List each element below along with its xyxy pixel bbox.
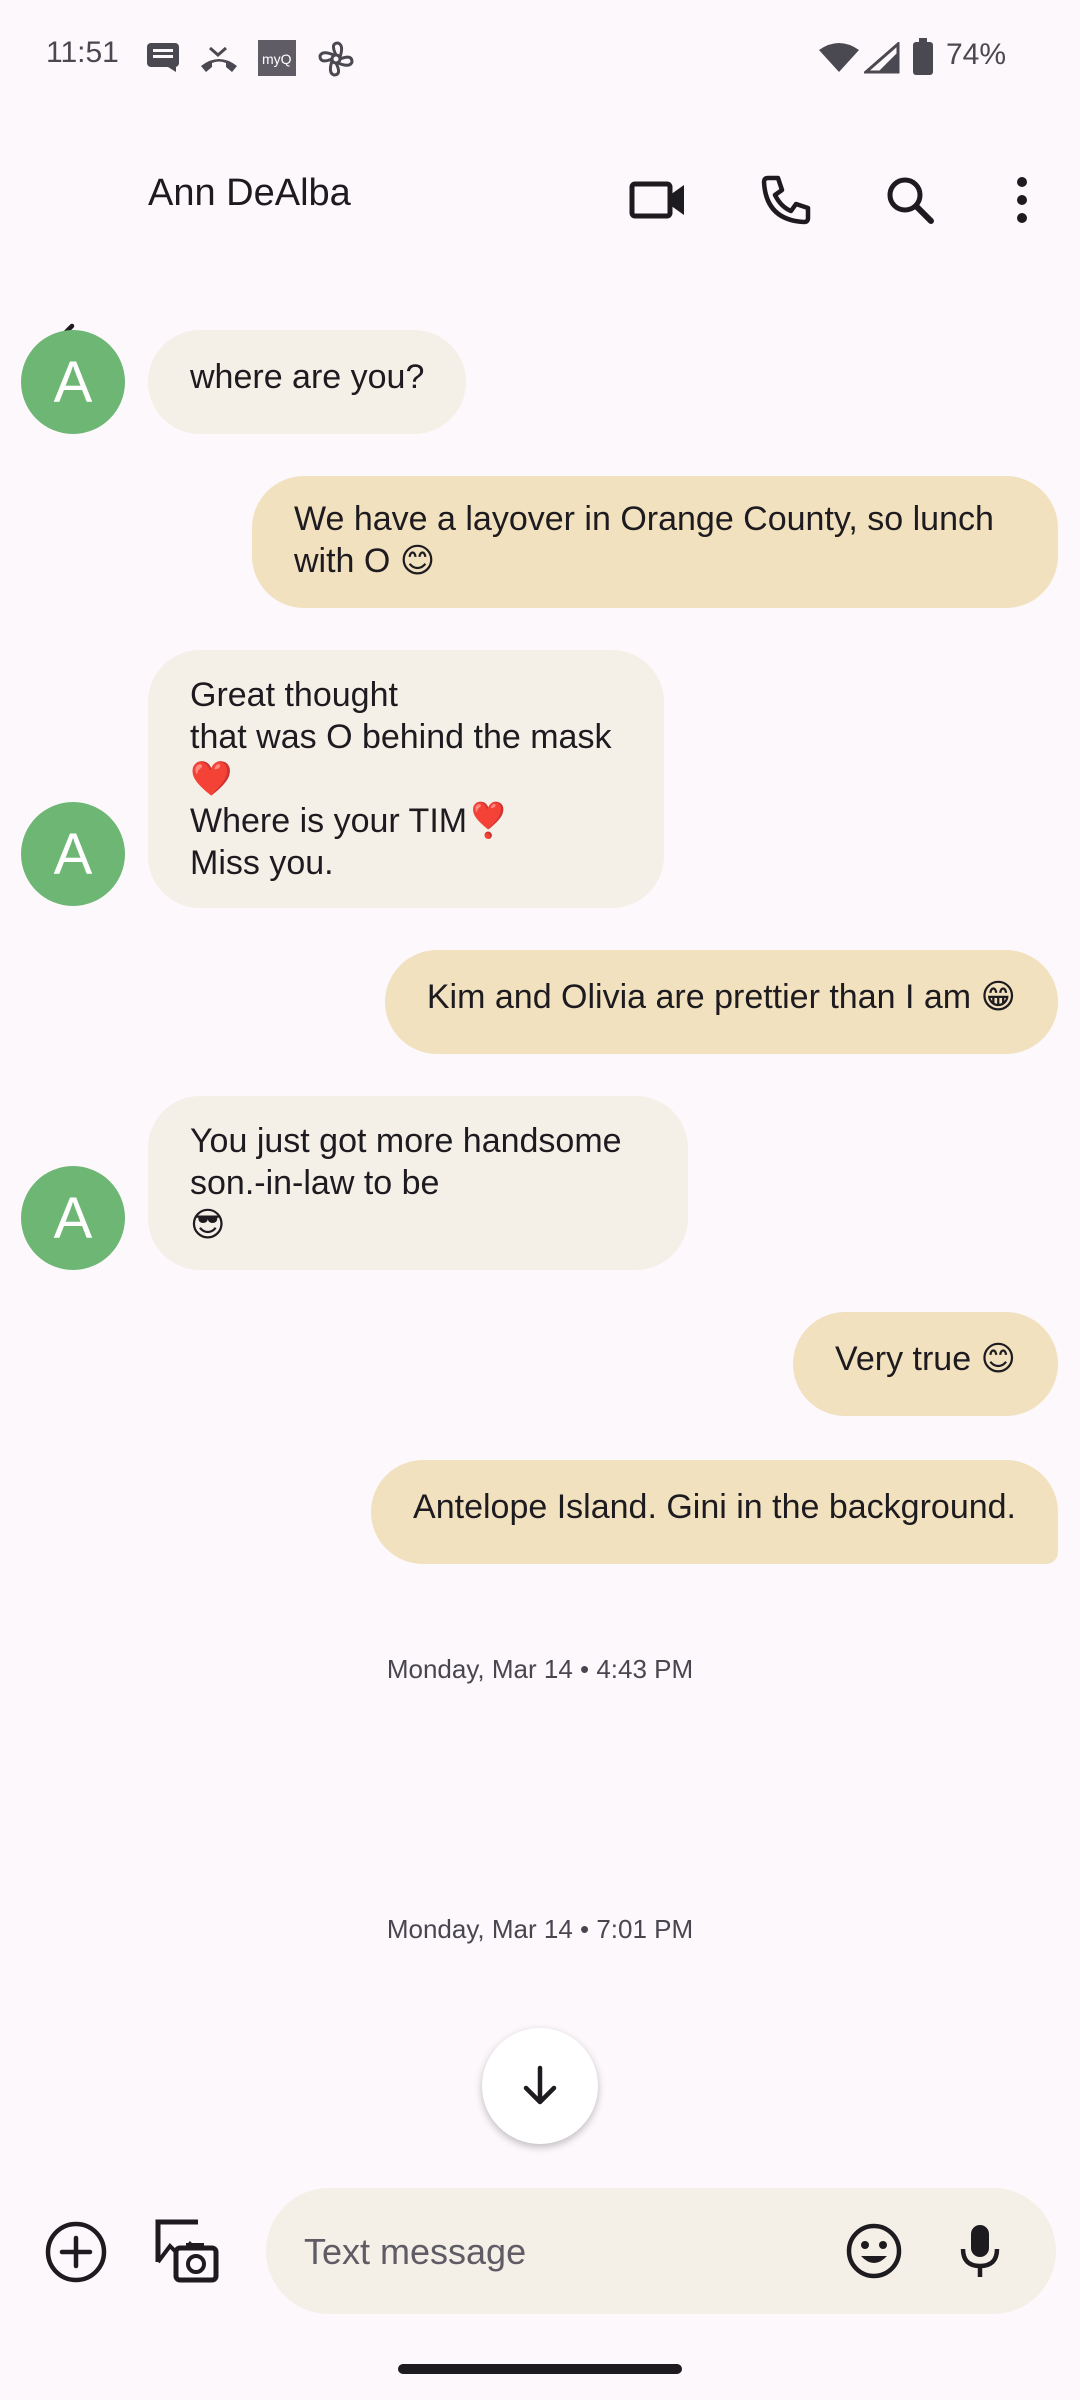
video-camera-icon xyxy=(629,181,684,219)
home-indicator[interactable] xyxy=(398,2364,682,2374)
add-attachment-button[interactable] xyxy=(36,2212,116,2292)
emoji-button[interactable] xyxy=(834,2211,914,2291)
avatar-letter: A xyxy=(53,821,93,887)
more-vert-icon xyxy=(1017,177,1027,223)
outgoing-message[interactable]: Antelope Island. Gini in the background. xyxy=(371,1460,1058,1564)
incoming-message[interactable]: Great thought that was O behind the mask… xyxy=(148,650,664,908)
phone-icon xyxy=(761,175,811,225)
add-circle-icon xyxy=(45,2221,107,2283)
myq-text: myQ xyxy=(262,51,292,67)
arrow-down-icon xyxy=(523,2065,557,2105)
incoming-message[interactable]: You just got more handsome son.-in-law t… xyxy=(148,1096,688,1270)
voice-input-button[interactable] xyxy=(940,2211,1020,2291)
timestamp: Monday, Mar 14 • 4:43 PM xyxy=(386,1654,694,1684)
gallery-camera-button[interactable] xyxy=(146,2210,226,2290)
pinwheel-icon xyxy=(316,40,356,83)
emoji-icon xyxy=(846,2223,902,2279)
outgoing-message[interactable]: Kim and Olivia are prettier than I am 😁 xyxy=(384,950,1058,1054)
status-bar: 11:51 myQ 74% xyxy=(0,0,1080,120)
contact-avatar[interactable]: A xyxy=(21,330,125,434)
avatar-letter: A xyxy=(53,349,93,415)
avatar-letter: A xyxy=(53,1185,93,1251)
microphone-icon xyxy=(960,2225,1000,2277)
signal-icon xyxy=(862,40,900,79)
myq-icon: myQ xyxy=(258,40,296,81)
timestamp: Monday, Mar 14 • 7:01 PM xyxy=(386,1914,694,1944)
contact-avatar[interactable]: A xyxy=(21,1166,125,1270)
contact-name[interactable]: Ann DeAlba xyxy=(148,172,351,215)
missed-call-icon xyxy=(198,44,240,79)
outgoing-message[interactable]: Very true 😊 xyxy=(793,1312,1058,1416)
wifi-icon xyxy=(818,42,860,79)
compose-bar xyxy=(266,2188,1056,2316)
search-icon xyxy=(887,177,934,224)
more-options-button[interactable] xyxy=(982,160,1062,240)
gallery-camera-icon xyxy=(155,2219,219,2283)
search-button[interactable] xyxy=(870,160,950,240)
battery-icon xyxy=(912,38,934,81)
scroll-to-bottom-button[interactable] xyxy=(482,2028,598,2144)
video-call-button[interactable] xyxy=(618,160,698,240)
battery-percent: 74% xyxy=(946,38,1007,71)
incoming-message[interactable]: where are you? xyxy=(148,330,467,434)
outgoing-message[interactable]: We have a layover in Orange County, so l… xyxy=(252,476,1058,608)
contact-avatar[interactable]: A xyxy=(21,802,125,906)
phone-call-button[interactable] xyxy=(746,160,826,240)
status-time: 11:51 xyxy=(46,36,119,69)
text-message-input[interactable] xyxy=(302,2188,826,2316)
message-notification-icon xyxy=(146,42,180,77)
